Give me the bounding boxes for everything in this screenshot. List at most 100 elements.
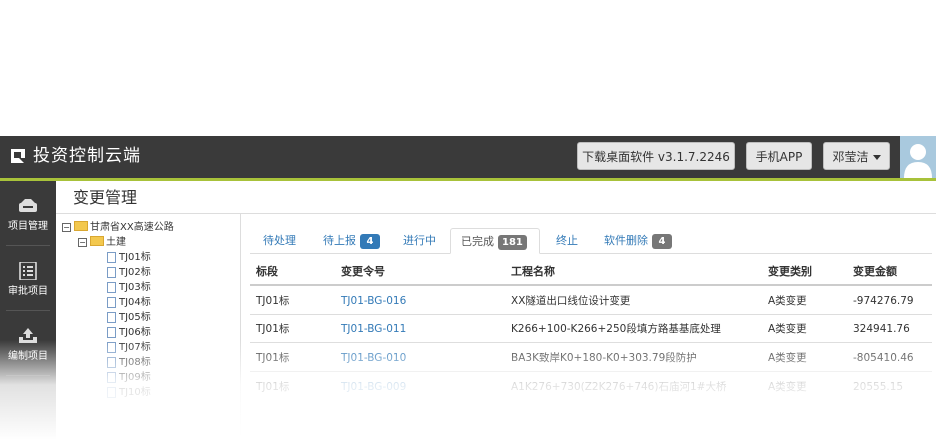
tree-leaf[interactable]: TJ09标	[107, 371, 151, 384]
tree-node-group[interactable]: − 土建	[78, 236, 126, 249]
tree-leaf-label: TJ01标	[119, 252, 151, 263]
page-title: 变更管理	[73, 188, 138, 207]
tree-leaf-label: TJ03标	[119, 282, 151, 293]
tree-leaf[interactable]: TJ01标	[107, 251, 151, 264]
tree-node-label: 土建	[106, 237, 126, 248]
row-divider	[250, 371, 932, 372]
user-name: 邓莹洁	[832, 150, 869, 164]
document-icon	[107, 326, 116, 338]
tree-leaf[interactable]: TJ08标	[107, 356, 151, 369]
tree-leaf-label: TJ08标	[119, 357, 151, 368]
tree-node-root[interactable]: − 甘肃省XX高速公路	[62, 221, 174, 234]
tab-in-progress[interactable]: 进行中	[403, 228, 436, 254]
cell-project-name: XX隧道出口线位设计变更	[511, 295, 631, 307]
row-divider	[250, 342, 932, 343]
cell-amount: -805410.46	[853, 352, 914, 364]
tree-leaf[interactable]: TJ07标	[107, 341, 151, 354]
tree-leaf[interactable]: TJ06标	[107, 326, 151, 339]
caret-down-icon	[872, 155, 881, 160]
cell-amount: -974276.79	[853, 295, 914, 307]
tree-leaf[interactable]: TJ10标	[107, 386, 151, 399]
tree-leaf-label: TJ05标	[119, 312, 151, 323]
tree-leaf[interactable]: TJ03标	[107, 281, 151, 294]
document-icon	[107, 341, 116, 353]
tree-leaf-label: TJ07标	[119, 342, 151, 353]
tab-to-report[interactable]: 待上报 4	[323, 228, 380, 254]
change-order-link[interactable]: TJ01-BG-010	[341, 351, 406, 365]
cell-section: TJ01标	[256, 295, 290, 307]
sidebar-item-label: 编制项目	[8, 351, 48, 362]
cell-project-name: K266+100-K266+250段填方路基基底处理	[511, 323, 721, 335]
cell-change-type: A类变更	[768, 323, 807, 335]
column-header[interactable]: 工程名称	[511, 265, 555, 279]
app-title: 投资控制云端	[33, 146, 141, 166]
cell-section: TJ01标	[256, 323, 290, 335]
user-menu-button[interactable]: 邓莹洁	[823, 142, 890, 170]
cell-change-type: A类变更	[768, 295, 807, 307]
tab-pending[interactable]: 待处理	[263, 228, 296, 254]
upload-icon	[19, 328, 37, 343]
tree-leaf-label: TJ10标	[119, 387, 151, 398]
collapse-icon[interactable]: −	[78, 237, 87, 247]
cell-change-type: A类变更	[768, 381, 807, 393]
sidebar-divider	[6, 375, 50, 376]
sidebar-item-label: 项目管理	[8, 221, 48, 232]
tree-panel-divider	[240, 214, 241, 440]
cell-amount: 324941.76	[853, 323, 910, 335]
tree-leaf-label: TJ06标	[119, 327, 151, 338]
cell-section: TJ01标	[256, 381, 290, 393]
cell-change-type: A类变更	[768, 352, 807, 364]
header-divider	[250, 284, 932, 286]
count-badge: 181	[498, 234, 527, 250]
tab-label: 待上报	[323, 234, 356, 247]
count-badge: 4	[652, 233, 672, 249]
tab-label: 进行中	[403, 234, 436, 247]
sidebar: 项目管理 审批项目 编制项目	[0, 181, 56, 440]
cell-section: TJ01标	[256, 352, 290, 364]
column-header[interactable]: 变更令号	[341, 265, 385, 279]
folder-icon	[90, 236, 104, 246]
tree-leaf[interactable]: TJ04标	[107, 296, 151, 309]
avatar[interactable]	[900, 136, 936, 178]
change-order-link[interactable]: TJ01-BG-016	[341, 294, 406, 308]
top-bar-accent	[0, 178, 936, 181]
checklist-icon	[19, 262, 37, 280]
project-icon	[19, 199, 37, 212]
tab-label: 软件删除	[604, 234, 648, 247]
change-order-link[interactable]: TJ01-BG-011	[341, 322, 406, 336]
tree-leaf[interactable]: TJ02标	[107, 266, 151, 279]
document-icon	[107, 251, 116, 263]
tree-leaf-label: TJ09标	[119, 372, 151, 383]
sidebar-item-editing[interactable]: 编制项目	[0, 311, 56, 375]
download-desktop-button[interactable]: 下载桌面软件 v3.1.7.2246	[577, 142, 735, 170]
sidebar-item-project-management[interactable]: 项目管理	[0, 181, 56, 245]
tab-label: 终止	[556, 234, 578, 247]
column-header[interactable]: 标段	[256, 265, 278, 279]
tab-terminated[interactable]: 终止	[556, 228, 578, 254]
cell-project-name: BA3K致岸K0+180-K0+303.79段防护	[511, 352, 697, 364]
change-order-link[interactable]: TJ01-BG-009	[341, 380, 406, 394]
tree-leaf[interactable]: TJ05标	[107, 311, 151, 324]
tab-software-deleted[interactable]: 软件删除 4	[604, 228, 672, 254]
row-divider	[250, 314, 932, 315]
cell-amount: 20555.15	[853, 381, 904, 393]
collapse-icon[interactable]: −	[62, 222, 71, 232]
column-header[interactable]: 变更金额	[853, 265, 897, 279]
tab-label: 已完成	[461, 235, 494, 248]
column-header[interactable]: 变更类别	[768, 265, 812, 279]
cell-project-name: A1K276+730(Z2K276+746)石庙河1#大桥	[511, 381, 727, 393]
tree-leaf-label: TJ02标	[119, 267, 151, 278]
document-icon	[107, 311, 116, 323]
user-silhouette-icon	[904, 144, 932, 178]
logo-icon	[11, 149, 25, 164]
tree-node-label: 甘肃省XX高速公路	[90, 222, 174, 233]
sidebar-item-label: 审批项目	[8, 286, 48, 297]
mobile-app-button[interactable]: 手机APP	[746, 142, 812, 170]
tab-completed[interactable]: 已完成 181	[450, 228, 540, 254]
document-icon	[107, 266, 116, 278]
document-icon	[107, 281, 116, 293]
document-icon	[107, 371, 116, 383]
sidebar-item-approval[interactable]: 审批项目	[0, 246, 56, 310]
folder-icon	[74, 221, 88, 231]
document-icon	[107, 386, 116, 398]
